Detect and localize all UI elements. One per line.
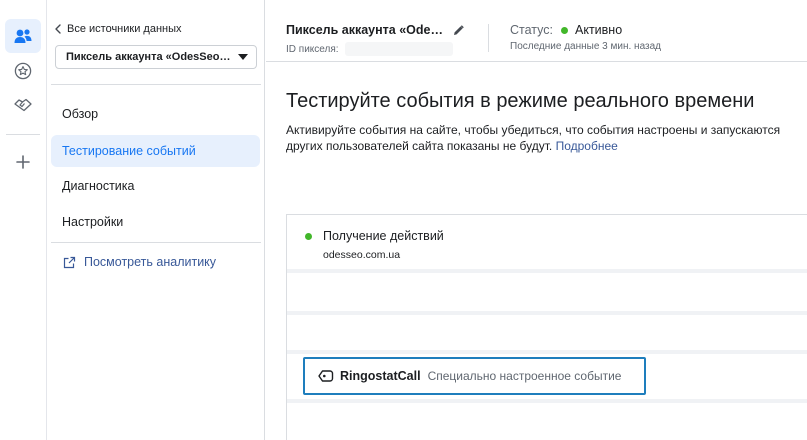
domain-label: odesseo.com.ua — [323, 249, 401, 261]
status-dot-icon — [305, 233, 312, 240]
pixel-selector-value: Пиксель аккаунта «OdesSeo… — [66, 51, 231, 63]
row-separator — [287, 269, 807, 273]
event-name: RingostatCall — [340, 369, 421, 383]
pencil-icon[interactable] — [453, 24, 464, 36]
row-separator — [287, 311, 807, 315]
nav-item-test-events[interactable]: Тестирование событий — [51, 135, 260, 167]
tag-icon — [318, 369, 334, 383]
learn-more-link[interactable]: Подробнее — [556, 139, 618, 153]
plus-icon[interactable] — [5, 145, 41, 179]
event-row-ringostatcall[interactable]: RingostatCall Специально настроенное соб… — [303, 357, 646, 395]
description-line-1: Активируйте события на сайте, чтобы убед… — [286, 123, 781, 137]
description-line-2: других пользователей сайта показаны не б… — [286, 138, 807, 154]
external-link-icon — [63, 256, 76, 268]
pixel-id-redacted — [344, 42, 453, 56]
view-analytics-label: Посмотреть аналитику — [84, 255, 217, 269]
status: Статус: Активно — [510, 23, 622, 37]
receiving-activity-row: Получение действий odesseo.com.ua — [287, 215, 807, 269]
sidebar-divider — [51, 242, 261, 243]
pixel-id: ID пикселя: — [286, 42, 453, 56]
pixel-id-label: ID пикселя: — [286, 43, 339, 55]
pixel-selector[interactable]: Пиксель аккаунта «OdesSeo… — [55, 45, 257, 69]
header-separator — [488, 24, 489, 52]
pixel-name-text: Пиксель аккаунта «Ode… — [286, 23, 443, 37]
back-link-label: Все источники данных — [67, 23, 182, 35]
receiving-activity-title: Получение действий — [323, 229, 444, 243]
page-title: Тестируйте события в режиме реального вр… — [286, 90, 755, 112]
back-to-data-sources-link[interactable]: Все источники данных — [55, 23, 182, 35]
description-line-2-text: других пользователей сайта показаны не б… — [286, 139, 553, 153]
last-data-received: Последние данные 3 мин. назад — [510, 41, 662, 52]
sidebar: Все источники данных Пиксель аккаунта «O… — [47, 0, 265, 440]
star-badge-icon[interactable] — [5, 54, 41, 88]
view-analytics-link[interactable]: Посмотреть аналитику — [63, 255, 216, 269]
nav-item-diagnostics[interactable]: Диагностика — [51, 170, 260, 202]
icon-rail — [0, 0, 47, 440]
nav-item-overview[interactable]: Обзор — [51, 98, 260, 130]
sidebar-divider — [51, 84, 261, 85]
events-panel: Получение действий odesseo.com.ua Ringos… — [286, 214, 807, 440]
pixel-name: Пиксель аккаунта «Ode… — [286, 23, 464, 37]
event-type: Специально настроенное событие — [427, 369, 622, 383]
people-icon[interactable] — [5, 19, 41, 53]
status-dot-icon — [561, 26, 568, 34]
row-separator — [287, 350, 807, 354]
chevron-left-icon — [55, 24, 61, 34]
caret-down-icon — [238, 54, 248, 60]
handshake-icon[interactable] — [5, 88, 41, 122]
pixel-header: Пиксель аккаунта «Ode… ID пикселя: Стату… — [266, 0, 807, 62]
page-description: Активируйте события на сайте, чтобы убед… — [286, 122, 807, 154]
row-separator — [287, 399, 807, 403]
rail-divider — [6, 134, 40, 135]
status-value: Активно — [575, 23, 623, 37]
nav-item-settings[interactable]: Настройки — [51, 206, 260, 238]
status-label: Статус: — [510, 23, 553, 37]
